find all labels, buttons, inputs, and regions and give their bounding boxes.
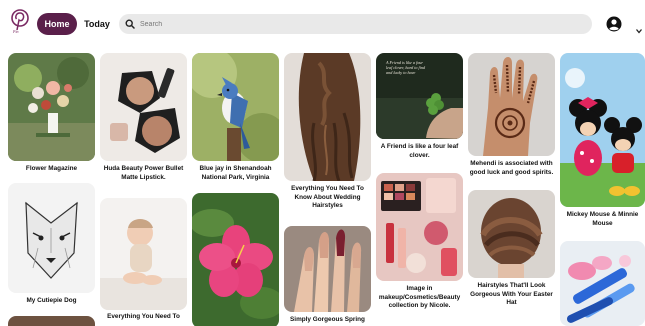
pin-image-nails[interactable] [284,226,371,312]
pin-caption: Image in makeup/Cosmetics/Beauty collect… [378,285,461,309]
profile-icon[interactable] [606,16,622,32]
chevron-down-icon[interactable] [636,21,642,34]
pin-image-makeup-brushes[interactable] [560,241,645,326]
pin-image-flowers[interactable] [8,53,95,161]
pin-caption: Blue jay in Shenandoah National Park, Vi… [199,165,272,181]
pin-image-braid-updo[interactable] [468,190,555,278]
pin-image-partial[interactable] [8,316,95,326]
pin-image-mehendi[interactable] [468,53,555,156]
pin-image-wolf-sketch[interactable] [8,183,95,293]
pin-image-baby[interactable] [100,198,187,310]
home-tab[interactable]: Home [37,13,77,35]
pin-caption: My Cutiepie Dog [26,297,77,304]
pin-image-makeup-compact[interactable] [100,53,187,161]
top-nav: Pin Home Today [0,0,645,48]
pin-overlay-quote: A Friend is like a four leaf clover, har… [386,60,426,76]
pin-image-hibiscus[interactable] [192,193,279,326]
pin-caption: Simply Gorgeous Spring [290,316,365,323]
pin-image-cosmetics[interactable] [376,173,463,281]
pin-image-mickey-minnie[interactable] [560,53,645,207]
pin-image-blue-jay[interactable] [192,53,279,161]
svg-text:Pin: Pin [12,29,19,34]
pin-caption: Everything You Need To [107,313,180,320]
pin-caption: Flower Magazine [25,165,78,172]
pin-caption: Mickey Mouse & Minnie Mouse [566,211,639,227]
search-input[interactable] [140,20,560,28]
pin-caption: A Friend is like a four leaf clover. [380,143,459,159]
pin-caption: Everything You Need To Know About Weddin… [291,185,364,209]
search-bar[interactable] [119,14,592,34]
pin-caption: Huda Beauty Power Bullet Matte Lipstick. [103,165,184,181]
pin-image-braided-hair[interactable] [284,53,371,181]
pin-caption: Mehendi is associated with good luck and… [469,160,554,176]
pinterest-logo-icon[interactable]: Pin [9,8,31,34]
search-icon [125,19,135,29]
today-tab[interactable]: Today [83,13,111,35]
pin-caption: Hairstyles That'll Look Gorgeous With Yo… [470,282,553,306]
